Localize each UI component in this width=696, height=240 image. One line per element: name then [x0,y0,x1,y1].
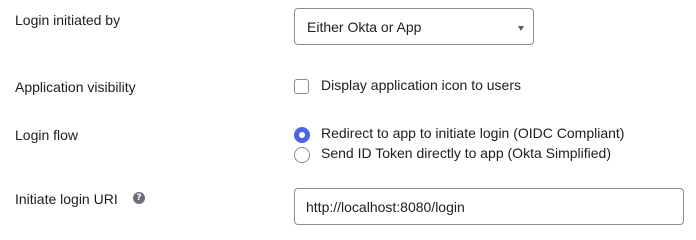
display-app-icon-checkbox[interactable] [294,79,309,94]
initiate-login-uri-input[interactable] [294,188,684,225]
application-visibility-label: Application visibility [15,79,136,95]
display-app-icon-checkbox-label[interactable]: Display application icon to users [321,77,521,93]
initiate-login-uri-label: Initiate login URI [15,191,118,207]
login-flow-radio-send-id-token[interactable] [294,147,310,163]
login-flow-radio-redirect[interactable] [294,127,310,143]
login-initiated-by-select[interactable]: Either Okta or App [294,8,534,45]
login-flow-label: Login flow [15,127,79,143]
login-flow-radio-send-id-token-label[interactable]: Send ID Token directly to app (Okta Simp… [321,145,611,161]
chevron-down-icon [518,26,524,31]
login-initiated-by-value: Either Okta or App [307,19,422,35]
help-question-icon[interactable]: ? [133,192,145,204]
login-flow-radio-redirect-label[interactable]: Redirect to app to initiate login (OIDC … [321,125,624,141]
login-initiated-by-label: Login initiated by [15,12,121,28]
